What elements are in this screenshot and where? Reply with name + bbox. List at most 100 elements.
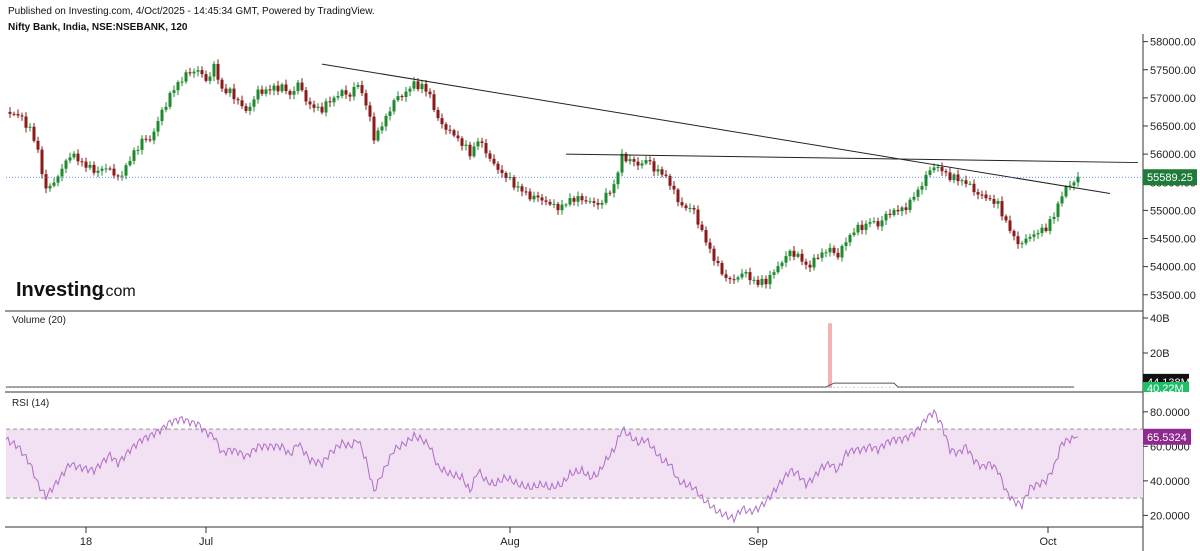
candle-body — [616, 172, 620, 185]
candle-body — [496, 163, 500, 170]
candle-body — [596, 202, 600, 205]
logo-suffix: .com — [101, 283, 136, 300]
candle-body — [964, 180, 968, 184]
candle-body — [556, 203, 560, 211]
candle-body — [336, 96, 340, 98]
candle-body — [1064, 186, 1068, 197]
candle-body — [632, 159, 636, 162]
logo-wordmark: Investing — [16, 279, 104, 301]
candle-body — [436, 109, 440, 119]
candle-body — [676, 189, 680, 203]
candle-body — [912, 196, 916, 200]
price-axis-label: 57500.00 — [1150, 65, 1196, 77]
rsi-pane-label: RSI (14) — [12, 398, 49, 409]
candle-body — [60, 168, 64, 177]
candle-body — [1056, 203, 1060, 217]
volume-ma-value: 40.22M — [1147, 383, 1184, 395]
candle-body — [1048, 219, 1052, 231]
candle-body — [900, 207, 904, 212]
candle-body — [484, 142, 488, 154]
candle-body — [932, 167, 936, 171]
candle-body — [848, 234, 852, 243]
candle-body — [200, 70, 204, 75]
volume-axis-label: 20B — [1150, 348, 1170, 360]
candle-body — [76, 153, 80, 162]
candle-body — [756, 279, 760, 285]
candle-body — [800, 253, 804, 262]
candle-body — [168, 92, 172, 107]
candle-body — [540, 197, 544, 201]
candle-body — [212, 63, 216, 77]
candle-body — [660, 169, 664, 175]
candle-body — [376, 130, 380, 141]
candle-body — [568, 198, 572, 205]
candle-body — [512, 176, 516, 188]
candle-body — [1044, 227, 1048, 231]
candle-body — [1012, 230, 1016, 237]
candle-body — [252, 99, 256, 107]
candle-body — [936, 167, 940, 169]
volume-bar — [853, 386, 855, 388]
candle-body — [1008, 220, 1012, 231]
candle-body — [1060, 196, 1064, 204]
candle-body — [592, 201, 596, 203]
candle-body — [88, 164, 92, 168]
candle-body — [620, 153, 624, 173]
volume-bar — [833, 386, 835, 388]
price-axis-label: 54500.00 — [1150, 234, 1196, 246]
candle-body — [928, 170, 932, 175]
trendline-horizontal-resistance[interactable] — [565, 153, 1139, 164]
candle-body — [576, 196, 580, 202]
volume-bar — [77, 387, 79, 388]
trendline-descending-resistance[interactable] — [321, 63, 1111, 194]
candle-body — [836, 252, 840, 258]
candle-body — [276, 85, 280, 92]
volume-bar — [633, 387, 635, 388]
candle-body — [124, 165, 128, 176]
candle-body — [308, 101, 312, 105]
candle-body — [740, 273, 744, 278]
candle-body — [32, 126, 36, 141]
candle-body — [560, 204, 564, 211]
candle-body — [700, 224, 704, 231]
chart-canvas[interactable]: 58000.00 57500.00 57000.00 56500.00 56000.00… — [0, 0, 1200, 551]
candle-body — [288, 91, 292, 95]
candle-body — [1004, 216, 1008, 221]
candle-body — [1020, 243, 1024, 245]
candle-body — [304, 90, 308, 102]
candle-body — [564, 204, 568, 206]
candle-body — [68, 157, 72, 161]
candle-body — [884, 213, 888, 221]
volume-bar — [705, 387, 707, 388]
rsi-value: 65.5324 — [1147, 432, 1187, 444]
candle-body — [804, 261, 808, 265]
candle-body — [1000, 201, 1004, 217]
volume-bar — [849, 387, 851, 388]
candle-body — [192, 71, 196, 74]
candle-body — [760, 278, 764, 285]
x-axis-label: 18 — [80, 536, 92, 548]
volume-bar — [301, 387, 303, 388]
price-axis-label: 56000.00 — [1150, 149, 1196, 161]
volume-bar — [857, 387, 859, 388]
volume-bar — [741, 387, 743, 388]
candle-body — [724, 274, 728, 278]
candle-body — [172, 90, 176, 93]
price-axis-label: 58000.00 — [1150, 37, 1196, 49]
candle-body — [984, 194, 988, 199]
candle-body — [256, 89, 260, 100]
volume-bar — [1001, 387, 1003, 388]
candle-body — [240, 100, 244, 107]
candle-body — [796, 253, 800, 257]
candle-body — [720, 262, 724, 275]
candle-body — [748, 272, 752, 281]
candle-body — [888, 213, 892, 216]
candle-body — [876, 221, 880, 227]
candle-body — [64, 160, 68, 169]
candle-body — [872, 221, 876, 223]
candle-body — [272, 85, 276, 91]
price-axis-label: 55000.00 — [1150, 205, 1196, 217]
candle-body — [536, 195, 540, 198]
candle-body — [412, 81, 416, 89]
volume-bar — [481, 387, 483, 388]
